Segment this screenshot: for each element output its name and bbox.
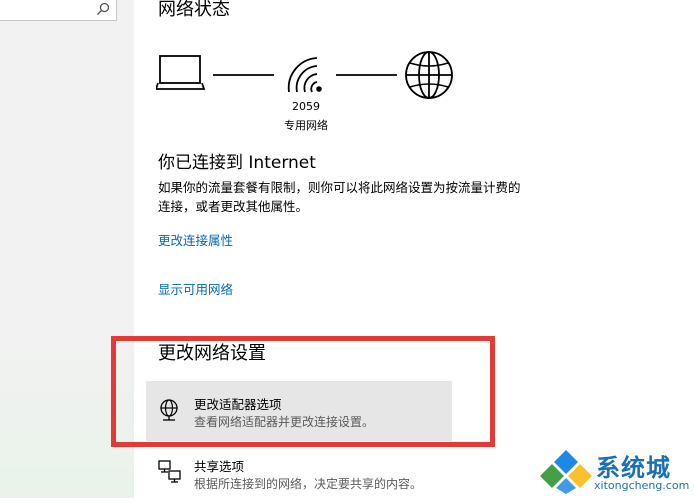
globe-icon — [405, 51, 453, 99]
change-connection-properties-link[interactable]: 更改连接属性 — [158, 230, 233, 249]
network-status-title: 网络状态 — [158, 0, 230, 20]
watermark-logo-icon — [540, 450, 592, 494]
search-box[interactable] — [0, 0, 117, 21]
connection-description-line2: 连接，或者更改其他属性。 — [158, 199, 309, 214]
watermark: 系统城 xitongcheng.com — [538, 448, 694, 498]
red-highlight-box — [111, 336, 495, 447]
connection-description-line1: 如果你的流量套餐有限制，则你可以将此网络设置为按流量计费的 — [158, 180, 521, 195]
item-description: 根据所连接到的网络，决定要共享的内容。 — [194, 477, 423, 491]
wifi-icon — [287, 57, 322, 93]
watermark-url: xitongcheng.com — [594, 479, 690, 492]
laptop-icon — [156, 55, 206, 90]
item-title: 共享选项 — [194, 459, 245, 474]
network-name: 2059 — [292, 100, 320, 113]
search-icon[interactable] — [96, 1, 110, 20]
sharing-options-item[interactable]: 共享选项 根据所连接到的网络，决定要共享的内容。 — [146, 443, 452, 503]
network-type: 专用网络 — [284, 119, 328, 132]
show-available-networks-link[interactable]: 显示可用网络 — [158, 279, 233, 298]
connected-heading: 你已连接到 Internet — [158, 153, 316, 173]
watermark-name: 系统城 — [596, 454, 671, 482]
sharing-icon — [157, 458, 183, 488]
